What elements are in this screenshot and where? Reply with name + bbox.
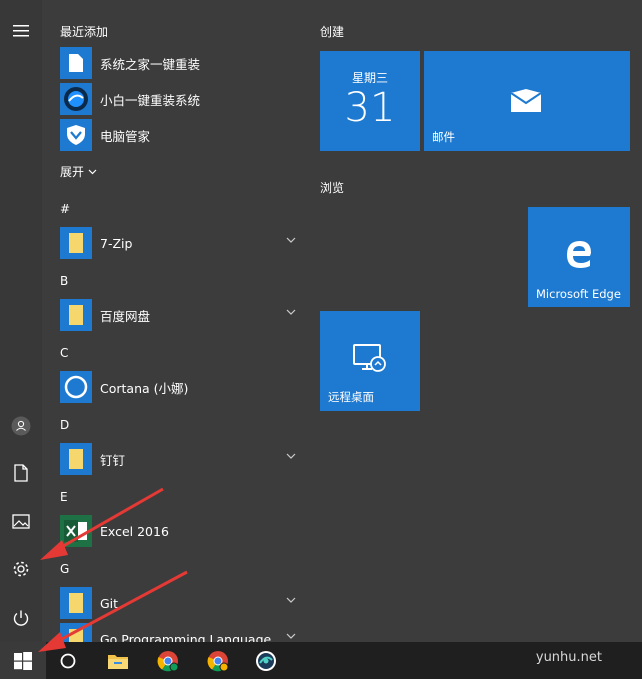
folder-icon	[60, 623, 92, 642]
chevron-down-icon[interactable]	[286, 597, 296, 603]
taskbar: yunhu.net	[0, 642, 642, 679]
user-account-button[interactable]	[0, 405, 42, 447]
start-menu-rail	[0, 0, 42, 642]
chevron-down-icon[interactable]	[286, 453, 296, 459]
section-letter-e[interactable]: E	[60, 490, 68, 504]
edge-tile-label: Microsoft Edge	[536, 287, 621, 301]
remote-desktop-icon	[353, 344, 386, 372]
chevron-down-icon	[88, 169, 97, 174]
tile-area: 创建 星期三 31 邮件 浏览 Microsoft Edge 远程桌面	[300, 0, 642, 642]
settings-button[interactable]	[0, 548, 42, 590]
xiaobai-logo-icon	[60, 83, 92, 115]
calendar-date-number: 31	[344, 85, 396, 131]
remote-desktop-tile-label: 远程桌面	[328, 390, 374, 404]
documents-icon	[14, 464, 28, 482]
app-item-label: 7-Zip	[100, 235, 133, 251]
app-icon	[256, 650, 276, 671]
section-letter-g[interactable]: G	[60, 562, 69, 576]
app-item-git[interactable]: Git	[60, 586, 300, 620]
app-item-label: 百度网盘	[100, 308, 151, 324]
app-list: 最近添加 系统之家一键重装 小白一键重装系统 电脑管家 展开 # 7-Zip B…	[42, 0, 300, 642]
tile-group-browse[interactable]: 浏览	[320, 179, 344, 196]
recently-added-header: 最近添加	[60, 25, 109, 39]
pictures-icon	[12, 513, 30, 529]
app-item-label: Go Programming Language	[100, 631, 272, 643]
chrome-taskbar-button[interactable]	[150, 642, 186, 679]
folder-icon	[60, 443, 92, 475]
folder-icon	[60, 587, 92, 619]
app-item-diannaoguanjia[interactable]: 电脑管家	[60, 118, 300, 152]
section-letter-d[interactable]: D	[60, 418, 69, 432]
start-menu: 最近添加 系统之家一键重装 小白一键重装系统 电脑管家 展开 # 7-Zip B…	[0, 0, 642, 642]
app-item-excel[interactable]: Excel 2016	[60, 514, 300, 548]
app-item-7zip[interactable]: 7-Zip	[60, 226, 300, 260]
app-taskbar-button[interactable]	[248, 642, 284, 679]
section-letter-c[interactable]: C	[60, 346, 68, 360]
app-item-dingding[interactable]: 钉钉	[60, 442, 300, 476]
start-button[interactable]	[0, 642, 46, 679]
app-item-cortana[interactable]: Cortana (小娜)	[60, 370, 300, 404]
hamburger-menu-icon	[13, 25, 29, 37]
cortana-search-button[interactable]	[50, 642, 86, 679]
hamburger-menu-button[interactable]	[0, 10, 42, 52]
excel-icon	[60, 515, 92, 547]
expand-recent-button[interactable]: 展开	[60, 163, 97, 180]
expand-label: 展开	[60, 165, 85, 179]
edge-icon	[567, 241, 591, 268]
calendar-day-label: 星期三	[351, 71, 388, 85]
app-item-label: Excel 2016	[100, 523, 169, 539]
file-explorer-icon	[108, 654, 128, 669]
user-icon	[11, 416, 31, 436]
mail-tile[interactable]: 邮件	[424, 51, 630, 151]
calendar-tile[interactable]: 星期三 31	[320, 51, 420, 151]
documents-button[interactable]	[0, 452, 42, 494]
chevron-down-icon[interactable]	[286, 309, 296, 315]
app-item-baidu-netdisk[interactable]: 百度网盘	[60, 298, 300, 332]
app-item-go[interactable]: Go Programming Language	[60, 622, 300, 642]
app-item-xiaobai[interactable]: 小白一键重装系统	[60, 82, 300, 116]
chevron-down-icon[interactable]	[286, 633, 296, 639]
chrome-alt-taskbar-button[interactable]	[200, 642, 236, 679]
windows-start-icon	[14, 651, 32, 670]
section-letter-b[interactable]: B	[60, 274, 68, 288]
pictures-button[interactable]	[0, 500, 42, 542]
app-item-xitongzhijia[interactable]: 系统之家一键重装	[60, 46, 300, 80]
folder-icon	[60, 299, 92, 331]
folder-icon	[60, 227, 92, 259]
tile-group-create[interactable]: 创建	[320, 23, 344, 40]
chrome-alt-icon	[207, 650, 229, 671]
mail-icon	[510, 89, 542, 112]
chrome-icon	[157, 650, 179, 671]
app-item-label: Cortana (小娜)	[100, 380, 189, 396]
document-icon	[60, 47, 92, 79]
app-item-label: Git	[100, 595, 119, 611]
section-letter-hash[interactable]: #	[60, 202, 70, 216]
app-item-label: 系统之家一键重装	[100, 56, 201, 72]
power-icon	[13, 610, 29, 626]
app-item-label: 电脑管家	[100, 128, 151, 144]
settings-gear-icon	[13, 561, 29, 577]
watermark-text: yunhu.net	[535, 650, 602, 665]
shield-icon	[60, 119, 92, 151]
cortana-icon	[60, 371, 92, 403]
mail-tile-label: 邮件	[432, 130, 455, 144]
file-explorer-button[interactable]	[100, 642, 136, 679]
app-item-label: 小白一键重装系统	[100, 92, 201, 108]
app-item-label: 钉钉	[100, 452, 126, 468]
remote-desktop-tile[interactable]: 远程桌面	[320, 311, 420, 411]
edge-tile[interactable]: Microsoft Edge	[528, 207, 630, 307]
cortana-search-icon	[60, 653, 76, 668]
chevron-down-icon[interactable]	[286, 237, 296, 243]
power-button[interactable]	[0, 597, 42, 639]
